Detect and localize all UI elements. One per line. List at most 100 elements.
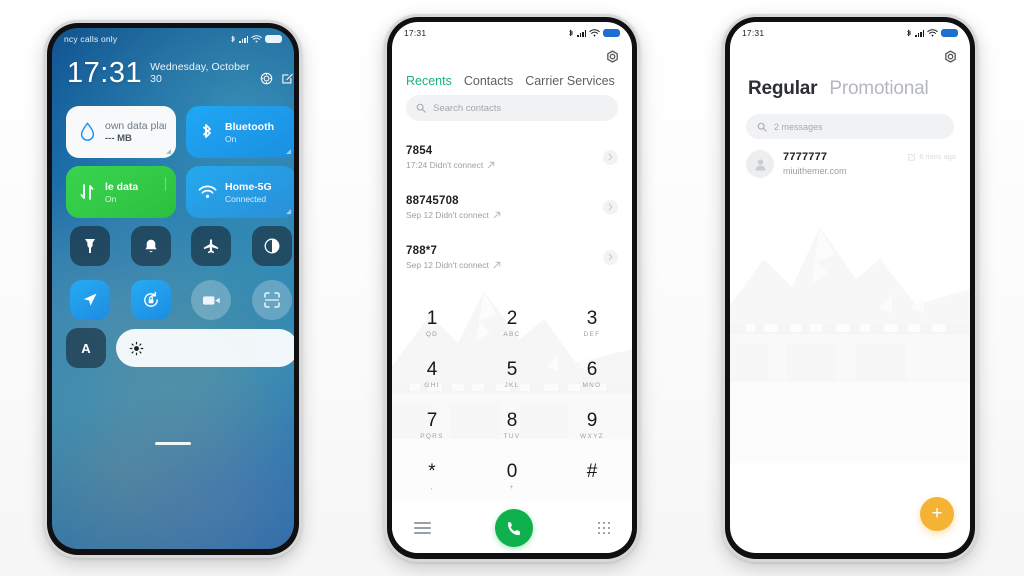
keypad-grid-icon[interactable] — [597, 521, 610, 535]
key-letters: GHI — [424, 381, 440, 389]
dialpad-key-1[interactable]: 1 QD — [392, 298, 472, 349]
tab-contacts[interactable]: Contacts — [464, 74, 513, 88]
location-icon — [84, 293, 97, 306]
tile-bluetooth[interactable]: Bluetooth On — [186, 106, 294, 158]
tile-data-plan-title: own data plan — [105, 120, 166, 132]
call-meta: 17:24 Didn't connect — [406, 160, 495, 170]
toggle-location[interactable] — [70, 280, 111, 320]
tile-expand-corner[interactable] — [286, 209, 291, 214]
key-digit: 2 — [506, 307, 518, 329]
key-digit: 8 — [506, 410, 518, 432]
dialpad-key-6[interactable]: 6 MNO — [552, 349, 632, 400]
call-meta-text: Sep 12 Didn't connect — [406, 209, 489, 220]
status-bar: 17:31 — [392, 22, 632, 44]
bluetooth-icon — [907, 29, 911, 36]
key-letters: + — [509, 484, 515, 492]
phone-2-bezel: 17:31 Recents Contacts Carrier Services … — [387, 17, 637, 559]
message-body: 7777777 miuithemer.com — [783, 150, 899, 176]
message-preview: miuithemer.com — [783, 166, 847, 176]
tab-recents[interactable]: Recents — [406, 74, 452, 88]
toggle-dark-mode[interactable] — [251, 226, 292, 266]
key-letters: ABC — [503, 330, 521, 338]
status-icons — [568, 28, 620, 38]
bluetooth-icon — [231, 35, 235, 42]
edit-icon[interactable] — [281, 72, 294, 85]
tab-carrier-services[interactable]: Carrier Services — [525, 74, 615, 88]
tile-bluetooth-sub: On — [225, 133, 237, 144]
table-row[interactable]: 88745708 Sep 12 Didn't connect — [392, 182, 632, 232]
tile-mobile-data[interactable]: le data On — [66, 166, 176, 218]
messages-settings-button[interactable] — [943, 50, 958, 70]
new-message-fab[interactable]: + — [920, 497, 954, 531]
tile-expand-corner[interactable] — [286, 149, 291, 154]
dialpad-key-hash[interactable]: # — [552, 452, 632, 503]
tab-promotional[interactable]: Promotional — [829, 78, 928, 100]
tile-data-plan-sub: --- MB — [105, 133, 132, 144]
key-digit: 1 — [426, 307, 438, 329]
hamburger-menu-icon[interactable] — [414, 519, 431, 537]
status-time: 17:31 — [404, 28, 427, 38]
search-icon — [416, 103, 426, 113]
key-letters: DEF — [583, 330, 601, 338]
table-row[interactable]: 7854 17:24 Didn't connect — [392, 132, 632, 182]
clock-time: 17:31 — [67, 57, 143, 89]
tile-wifi-sub: Connected — [225, 193, 267, 204]
brightness-slider[interactable] — [116, 329, 294, 367]
toggle-ringer[interactable] — [130, 226, 171, 266]
phone-3-messages: 17:31 Regular Promotional 2 messages 777… — [722, 14, 978, 562]
tile-data-plan[interactable]: own data plan --- MB — [66, 106, 176, 158]
dialpad-key-star[interactable]: *, — [392, 452, 472, 503]
wifi-icon — [251, 35, 262, 43]
toggle-scanner[interactable] — [251, 280, 292, 320]
status-bar: ncy calls only — [52, 28, 294, 50]
tab-regular[interactable]: Regular — [748, 78, 818, 100]
chevron-right-icon[interactable] — [603, 199, 618, 215]
call-button[interactable] — [495, 509, 534, 547]
table-row[interactable]: 788*7 Sep 12 Didn't connect — [392, 232, 632, 282]
key-letters: WXYZ — [580, 433, 604, 441]
toggle-auto-rotate-lock[interactable] — [130, 280, 171, 320]
toggle-screen-record[interactable] — [191, 280, 232, 320]
dialpad-key-8[interactable]: 8 TUV — [472, 401, 552, 452]
bluetooth-icon — [569, 29, 573, 36]
dialpad-key-2[interactable]: 2 ABC — [472, 298, 552, 349]
settings-gear-icon[interactable] — [260, 72, 273, 85]
battery-icon — [603, 28, 620, 38]
messages-search-bar[interactable]: 2 messages — [746, 114, 954, 139]
dialer-settings-button[interactable] — [605, 50, 620, 70]
brightness-row: A — [66, 328, 294, 368]
dialpad-key-5[interactable]: 5 JKL — [472, 349, 552, 400]
wifi-icon — [196, 185, 218, 200]
call-number: 88745708 — [406, 194, 459, 207]
scanner-icon — [264, 292, 280, 308]
flashlight-icon — [85, 239, 96, 253]
toggle-flashlight[interactable] — [70, 226, 111, 266]
sent-message-icon — [908, 152, 916, 161]
tile-expand-corner[interactable] — [166, 149, 171, 154]
search-contacts-bar[interactable]: Search contacts — [406, 95, 618, 121]
status-icons — [230, 34, 282, 44]
key-digit: 5 — [506, 358, 518, 380]
dialpad-key-4[interactable]: 4 GHI — [392, 349, 472, 400]
avatar-person-icon — [754, 158, 766, 170]
dialpad-key-7[interactable]: 7 PQRS — [392, 401, 472, 452]
avatar — [746, 150, 774, 178]
key-digit: 7 — [426, 410, 438, 432]
dialer-tabs: Recents Contacts Carrier Services — [406, 74, 622, 88]
home-indicator[interactable] — [155, 442, 191, 445]
search-icon — [757, 122, 767, 132]
dialpad-key-3[interactable]: 3 DEF — [552, 298, 632, 349]
key-letters: MNO — [582, 381, 602, 389]
tile-wifi[interactable]: Home-5G Connected — [186, 166, 294, 218]
quick-settings-small-tiles — [66, 226, 294, 320]
toggle-airplane-mode[interactable] — [191, 226, 232, 266]
signal-icon — [577, 29, 586, 37]
auto-brightness-button[interactable]: A — [66, 328, 106, 368]
dialpad-key-9[interactable]: 9 WXYZ — [552, 401, 632, 452]
auto-rotate-lock-icon — [143, 291, 158, 307]
quick-settings-big-tiles: own data plan --- MB Bluetooth On le dat… — [66, 106, 294, 218]
chevron-right-icon[interactable] — [603, 249, 618, 265]
chevron-right-icon[interactable] — [603, 149, 618, 165]
list-item[interactable]: 7777777 miuithemer.com 6 mins ago — [746, 150, 956, 178]
dialpad-key-0[interactable]: 0 + — [472, 452, 552, 503]
